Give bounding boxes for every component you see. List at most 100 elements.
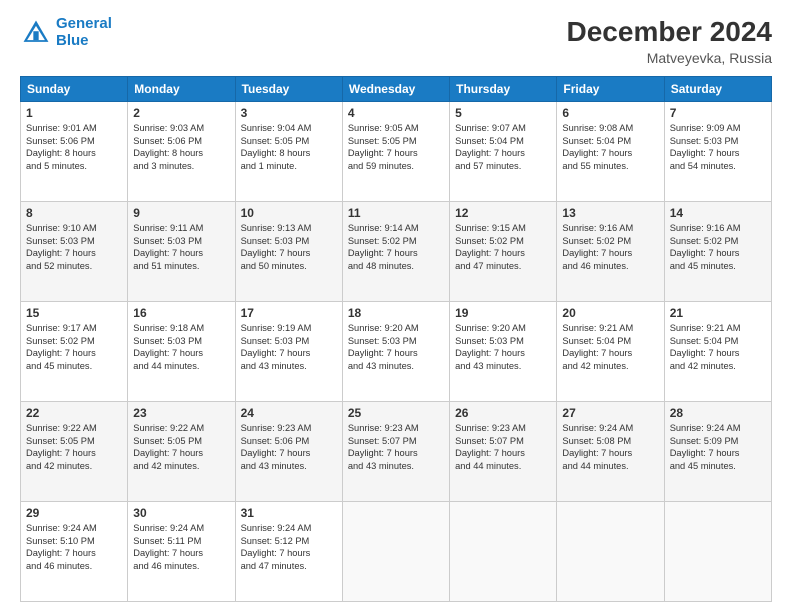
day-cell: 5 Sunrise: 9:07 AMSunset: 5:04 PMDaylight…: [450, 102, 557, 202]
day-number: 27: [562, 406, 658, 420]
day-cell: 30Sunrise: 9:24 AMSunset: 5:11 PMDayligh…: [128, 502, 235, 602]
day-cell: [450, 502, 557, 602]
day-info: Sunrise: 9:01 AMSunset: 5:06 PMDaylight:…: [26, 122, 122, 172]
day-number: 29: [26, 506, 122, 520]
day-cell: 20 Sunrise: 9:21 AMSunset: 5:04 PMDayligh…: [557, 302, 664, 402]
week-row-3: 15 Sunrise: 9:17 AMSunset: 5:02 PMDayligh…: [21, 302, 772, 402]
day-number: 12: [455, 206, 551, 220]
day-info: Sunrise: 9:22 AMSunset: 5:05 PMDaylight:…: [133, 422, 229, 472]
week-row-1: 1 Sunrise: 9:01 AMSunset: 5:06 PMDaylight…: [21, 102, 772, 202]
day-cell: 14Sunrise: 9:16 AMSunset: 5:02 PMDayligh…: [664, 202, 771, 302]
day-cell: 11 Sunrise: 9:14 AMSunset: 5:02 PMDayligh…: [342, 202, 449, 302]
day-cell: 21 Sunrise: 9:21 AMSunset: 5:04 PMDayligh…: [664, 302, 771, 402]
day-number: 7: [670, 106, 766, 120]
day-cell: 2 Sunrise: 9:03 AMSunset: 5:06 PMDaylight…: [128, 102, 235, 202]
day-info: Sunrise: 9:07 AMSunset: 5:04 PMDaylight:…: [455, 122, 551, 172]
day-number: 10: [241, 206, 337, 220]
day-cell: 1 Sunrise: 9:01 AMSunset: 5:06 PMDaylight…: [21, 102, 128, 202]
header: General Blue December 2024 Matveyevka, R…: [20, 16, 772, 66]
day-number: 1: [26, 106, 122, 120]
day-number: 3: [241, 106, 337, 120]
day-info: Sunrise: 9:04 AMSunset: 5:05 PMDaylight:…: [241, 122, 337, 172]
day-info: Sunrise: 9:24 AMSunset: 5:10 PMDaylight:…: [26, 522, 122, 572]
week-row-5: 29 Sunrise: 9:24 AMSunset: 5:10 PMDayligh…: [21, 502, 772, 602]
day-info: Sunrise: 9:16 AMSunset: 5:02 PMDaylight:…: [562, 222, 658, 272]
day-info: Sunrise: 9:14 AMSunset: 5:02 PMDaylight:…: [348, 222, 444, 272]
day-info: Sunrise: 9:24 AMSunset: 5:12 PMDaylight:…: [241, 522, 337, 572]
day-number: 25: [348, 406, 444, 420]
day-cell: 7 Sunrise: 9:09 AMSunset: 5:03 PMDaylight…: [664, 102, 771, 202]
col-header-monday: Monday: [128, 77, 235, 102]
page: General Blue December 2024 Matveyevka, R…: [0, 0, 792, 612]
col-header-friday: Friday: [557, 77, 664, 102]
day-info: Sunrise: 9:16 AMSunset: 5:02 PMDaylight:…: [670, 222, 766, 272]
day-number: 18: [348, 306, 444, 320]
logo-blue: Blue: [56, 32, 89, 49]
day-cell: 29 Sunrise: 9:24 AMSunset: 5:10 PMDayligh…: [21, 502, 128, 602]
day-number: 15: [26, 306, 122, 320]
day-info: Sunrise: 9:18 AMSunset: 5:03 PMDaylight:…: [133, 322, 229, 372]
day-info: Sunrise: 9:09 AMSunset: 5:03 PMDaylight:…: [670, 122, 766, 172]
day-number: 17: [241, 306, 337, 320]
day-cell: 23 Sunrise: 9:22 AMSunset: 5:05 PMDayligh…: [128, 402, 235, 502]
day-cell: 13Sunrise: 9:16 AMSunset: 5:02 PMDayligh…: [557, 202, 664, 302]
day-cell: 31Sunrise: 9:24 AMSunset: 5:12 PMDayligh…: [235, 502, 342, 602]
day-number: 20: [562, 306, 658, 320]
day-info: Sunrise: 9:23 AMSunset: 5:06 PMDaylight:…: [241, 422, 337, 472]
day-cell: 26 Sunrise: 9:23 AMSunset: 5:07 PMDayligh…: [450, 402, 557, 502]
logo-general: General: [56, 15, 112, 32]
day-number: 11: [348, 206, 444, 220]
day-number: 28: [670, 406, 766, 420]
day-info: Sunrise: 9:11 AMSunset: 5:03 PMDaylight:…: [133, 222, 229, 272]
day-cell: 10 Sunrise: 9:13 AMSunset: 5:03 PMDayligh…: [235, 202, 342, 302]
day-cell: 17 Sunrise: 9:19 AMSunset: 5:03 PMDayligh…: [235, 302, 342, 402]
day-cell: 19 Sunrise: 9:20 AMSunset: 5:03 PMDayligh…: [450, 302, 557, 402]
day-info: Sunrise: 9:10 AMSunset: 5:03 PMDaylight:…: [26, 222, 122, 272]
day-info: Sunrise: 9:20 AMSunset: 5:03 PMDaylight:…: [348, 322, 444, 372]
day-info: Sunrise: 9:03 AMSunset: 5:06 PMDaylight:…: [133, 122, 229, 172]
day-number: 5: [455, 106, 551, 120]
calendar-header-row: SundayMondayTuesdayWednesdayThursdayFrid…: [21, 77, 772, 102]
day-cell: 12Sunrise: 9:15 AMSunset: 5:02 PMDayligh…: [450, 202, 557, 302]
day-cell: 22 Sunrise: 9:22 AMSunset: 5:05 PMDayligh…: [21, 402, 128, 502]
day-number: 22: [26, 406, 122, 420]
day-cell: 8 Sunrise: 9:10 AMSunset: 5:03 PMDaylight…: [21, 202, 128, 302]
week-row-4: 22 Sunrise: 9:22 AMSunset: 5:05 PMDayligh…: [21, 402, 772, 502]
day-cell: 25Sunrise: 9:23 AMSunset: 5:07 PMDayligh…: [342, 402, 449, 502]
day-number: 16: [133, 306, 229, 320]
day-info: Sunrise: 9:19 AMSunset: 5:03 PMDaylight:…: [241, 322, 337, 372]
day-info: Sunrise: 9:17 AMSunset: 5:02 PMDaylight:…: [26, 322, 122, 372]
day-number: 9: [133, 206, 229, 220]
col-header-wednesday: Wednesday: [342, 77, 449, 102]
day-info: Sunrise: 9:21 AMSunset: 5:04 PMDaylight:…: [562, 322, 658, 372]
subtitle: Matveyevka, Russia: [567, 50, 772, 66]
day-cell: 3 Sunrise: 9:04 AMSunset: 5:05 PMDaylight…: [235, 102, 342, 202]
day-info: Sunrise: 9:21 AMSunset: 5:04 PMDaylight:…: [670, 322, 766, 372]
day-cell: 15 Sunrise: 9:17 AMSunset: 5:02 PMDayligh…: [21, 302, 128, 402]
day-number: 21: [670, 306, 766, 320]
day-info: Sunrise: 9:22 AMSunset: 5:05 PMDaylight:…: [26, 422, 122, 472]
day-info: Sunrise: 9:24 AMSunset: 5:09 PMDaylight:…: [670, 422, 766, 472]
day-info: Sunrise: 9:13 AMSunset: 5:03 PMDaylight:…: [241, 222, 337, 272]
day-number: 2: [133, 106, 229, 120]
day-info: Sunrise: 9:20 AMSunset: 5:03 PMDaylight:…: [455, 322, 551, 372]
day-cell: 28 Sunrise: 9:24 AMSunset: 5:09 PMDayligh…: [664, 402, 771, 502]
col-header-thursday: Thursday: [450, 77, 557, 102]
logo-text: General Blue: [56, 16, 112, 49]
day-number: 8: [26, 206, 122, 220]
day-info: Sunrise: 9:23 AMSunset: 5:07 PMDaylight:…: [455, 422, 551, 472]
logo: General Blue: [20, 16, 112, 49]
day-number: 4: [348, 106, 444, 120]
day-info: Sunrise: 9:08 AMSunset: 5:04 PMDaylight:…: [562, 122, 658, 172]
day-info: Sunrise: 9:24 AMSunset: 5:11 PMDaylight:…: [133, 522, 229, 572]
day-cell: 4Sunrise: 9:05 AMSunset: 5:05 PMDaylight…: [342, 102, 449, 202]
main-title: December 2024: [567, 16, 772, 48]
day-number: 19: [455, 306, 551, 320]
day-cell: 27 Sunrise: 9:24 AMSunset: 5:08 PMDayligh…: [557, 402, 664, 502]
day-number: 23: [133, 406, 229, 420]
day-info: Sunrise: 9:24 AMSunset: 5:08 PMDaylight:…: [562, 422, 658, 472]
day-number: 26: [455, 406, 551, 420]
day-cell: 9 Sunrise: 9:11 AMSunset: 5:03 PMDaylight…: [128, 202, 235, 302]
day-cell: 6Sunrise: 9:08 AMSunset: 5:04 PMDaylight…: [557, 102, 664, 202]
day-cell: [557, 502, 664, 602]
